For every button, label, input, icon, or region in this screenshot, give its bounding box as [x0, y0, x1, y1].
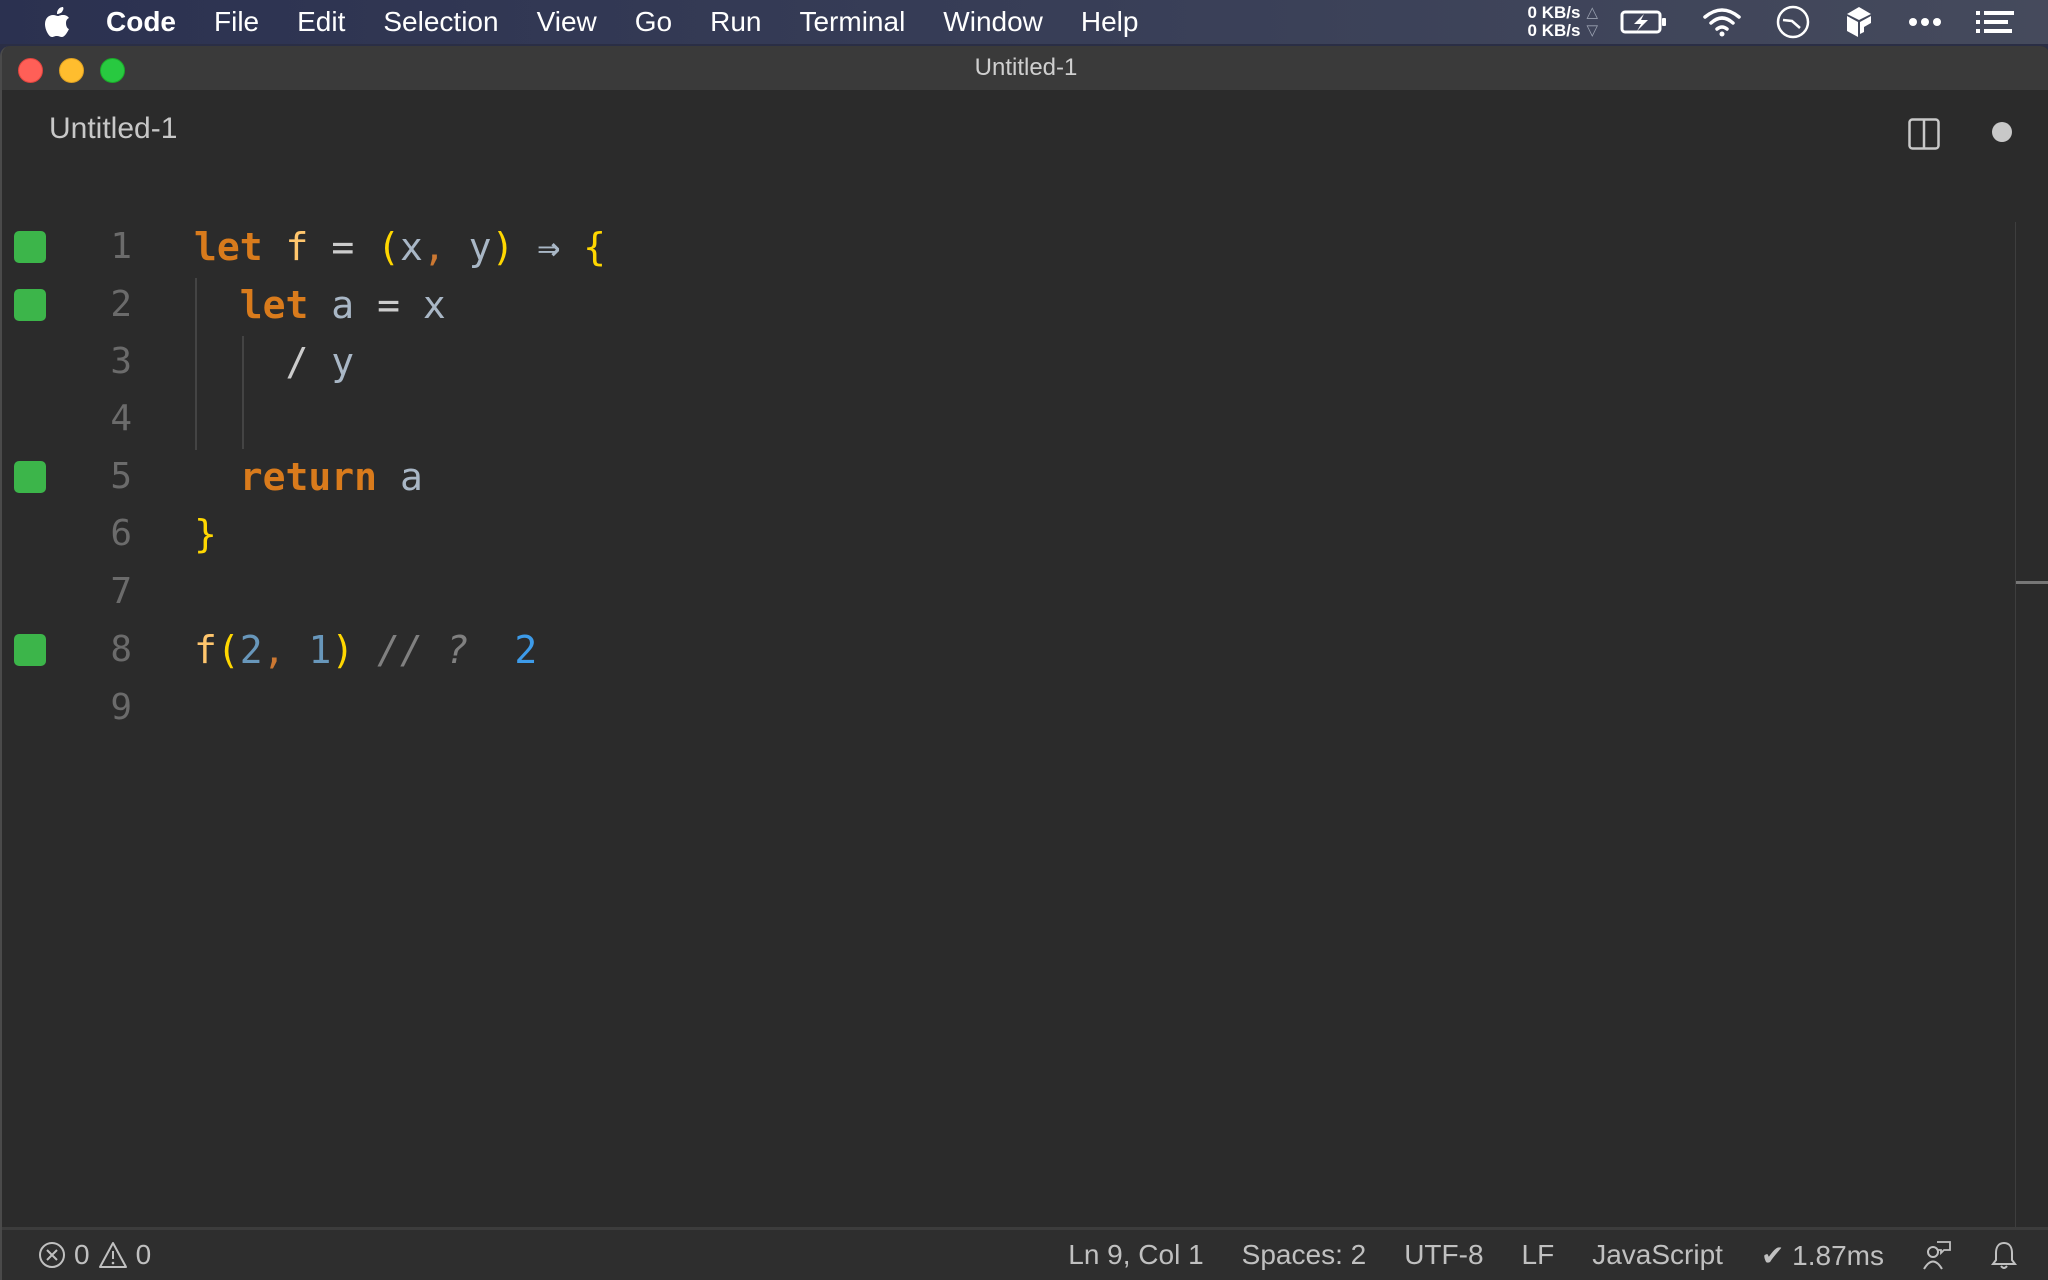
line-number: 9: [110, 687, 132, 728]
unsaved-changes-dot-icon[interactable]: [1992, 122, 2012, 142]
code-line-4: 4: [2, 390, 2012, 447]
window-controls: [18, 58, 125, 83]
split-editor-icon[interactable]: [1908, 118, 1940, 150]
code-text: / y: [285, 339, 355, 384]
cursor-position[interactable]: Ln 9, Col 1: [1068, 1239, 1203, 1271]
indentation[interactable]: Spaces: 2: [1242, 1239, 1367, 1271]
menu-help[interactable]: Help: [1081, 6, 1139, 38]
code-text: let f = (x, y) ⇒ {: [194, 224, 606, 269]
net-upload: 0 KB/s: [1527, 3, 1581, 22]
language-mode[interactable]: JavaScript: [1592, 1239, 1723, 1271]
menu-run[interactable]: Run: [710, 6, 761, 38]
status-bar: 0 0 Ln 9, Col 1 Spaces: 2 UTF-8 LF JavaS…: [2, 1227, 2048, 1280]
apple-icon[interactable]: [40, 4, 76, 40]
menu-app-code[interactable]: Code: [106, 6, 176, 38]
vscode-window: Untitled-1 Untitled-1 1 let f = (x, y) ⇒…: [0, 46, 2048, 1280]
net-download: 0 KB/s: [1527, 21, 1581, 40]
more-icon[interactable]: [1908, 16, 1942, 28]
menu-terminal[interactable]: Terminal: [799, 6, 905, 38]
overview-ruler-scrollbar[interactable]: [2015, 222, 2048, 1264]
code-text: let a = x: [239, 282, 446, 327]
list-icon[interactable]: [1976, 10, 2014, 34]
battery-charging-icon[interactable]: [1620, 9, 1668, 35]
editor-tab-bar: Untitled-1: [2, 90, 2048, 178]
code-line-8: 8 f(2, 1) // ? 2: [2, 621, 2012, 678]
upload-arrow-icon: △: [1586, 4, 1598, 21]
minimize-window-button[interactable]: [59, 58, 84, 83]
menu-file[interactable]: File: [214, 6, 259, 38]
coverage-marker: [14, 230, 46, 263]
notifications-bell-icon[interactable]: [1990, 1240, 2018, 1270]
tab-untitled-1[interactable]: Untitled-1: [49, 112, 177, 146]
feedback-icon[interactable]: [1922, 1240, 1952, 1270]
code-line-9[interactable]: 9: [2, 679, 2012, 736]
code-text: f(2, 1) // ? 2: [194, 627, 538, 672]
maximize-window-button[interactable]: [100, 58, 125, 83]
error-icon: [38, 1241, 66, 1269]
menu-go[interactable]: Go: [635, 6, 672, 38]
title-bar: Untitled-1: [2, 46, 2048, 90]
menubar-tray: 0 KB/s △ 0 KB/s ▽: [1528, 0, 2048, 44]
box-icon[interactable]: [1844, 5, 1874, 39]
menu-view[interactable]: View: [537, 6, 597, 38]
line-number: 2: [110, 284, 132, 325]
code-line-3: 3 / y: [2, 333, 2012, 390]
clock-icon[interactable]: [1776, 5, 1810, 39]
macos-menubar: Code File Edit Selection View Go Run Ter…: [0, 0, 2048, 44]
menu-edit[interactable]: Edit: [297, 6, 345, 38]
warning-icon: [98, 1241, 128, 1269]
status-bar-right: Ln 9, Col 1 Spaces: 2 UTF-8 LF JavaScrip…: [1068, 1239, 2028, 1272]
line-number: 8: [110, 629, 132, 670]
wifi-icon[interactable]: [1702, 7, 1742, 37]
line-number: 6: [110, 513, 132, 554]
warning-count: 0: [135, 1239, 152, 1270]
code-line-1: 1 let f = (x, y) ⇒ {: [2, 218, 2012, 275]
error-count: 0: [74, 1239, 90, 1270]
menu-window[interactable]: Window: [943, 6, 1043, 38]
code-text: }: [194, 511, 217, 556]
close-window-button[interactable]: [18, 58, 43, 83]
line-number: 1: [110, 226, 132, 267]
coverage-marker: [14, 633, 46, 666]
code-editor[interactable]: 1 let f = (x, y) ⇒ { 2 let a = x 3 / y 4…: [2, 178, 2048, 1264]
quokka-timing[interactable]: ✔ 1.87ms: [1761, 1239, 1884, 1272]
download-arrow-icon: ▽: [1586, 22, 1598, 39]
code-text: return a: [239, 454, 423, 499]
end-of-line[interactable]: LF: [1522, 1239, 1555, 1271]
code-line-7: 7: [2, 563, 2012, 620]
cursor-position-marker: [2016, 581, 2048, 584]
menu-selection[interactable]: Selection: [383, 6, 498, 38]
code-line-5: 5 return a: [2, 448, 2012, 505]
coverage-marker: [14, 288, 46, 321]
problems-indicator[interactable]: 0 0: [38, 1239, 151, 1271]
coverage-marker: [14, 460, 46, 493]
line-number: 7: [110, 571, 132, 612]
code-line-6: 6 }: [2, 505, 2012, 562]
network-speed[interactable]: 0 KB/s △ 0 KB/s ▽: [1528, 4, 1598, 40]
window-title: Untitled-1: [974, 54, 1078, 81]
line-number: 3: [110, 341, 132, 382]
inline-result: 2: [514, 627, 538, 672]
code-line-2: 2 let a = x: [2, 276, 2012, 333]
encoding[interactable]: UTF-8: [1404, 1239, 1483, 1271]
line-number: 4: [110, 398, 132, 439]
line-number: 5: [110, 456, 132, 497]
